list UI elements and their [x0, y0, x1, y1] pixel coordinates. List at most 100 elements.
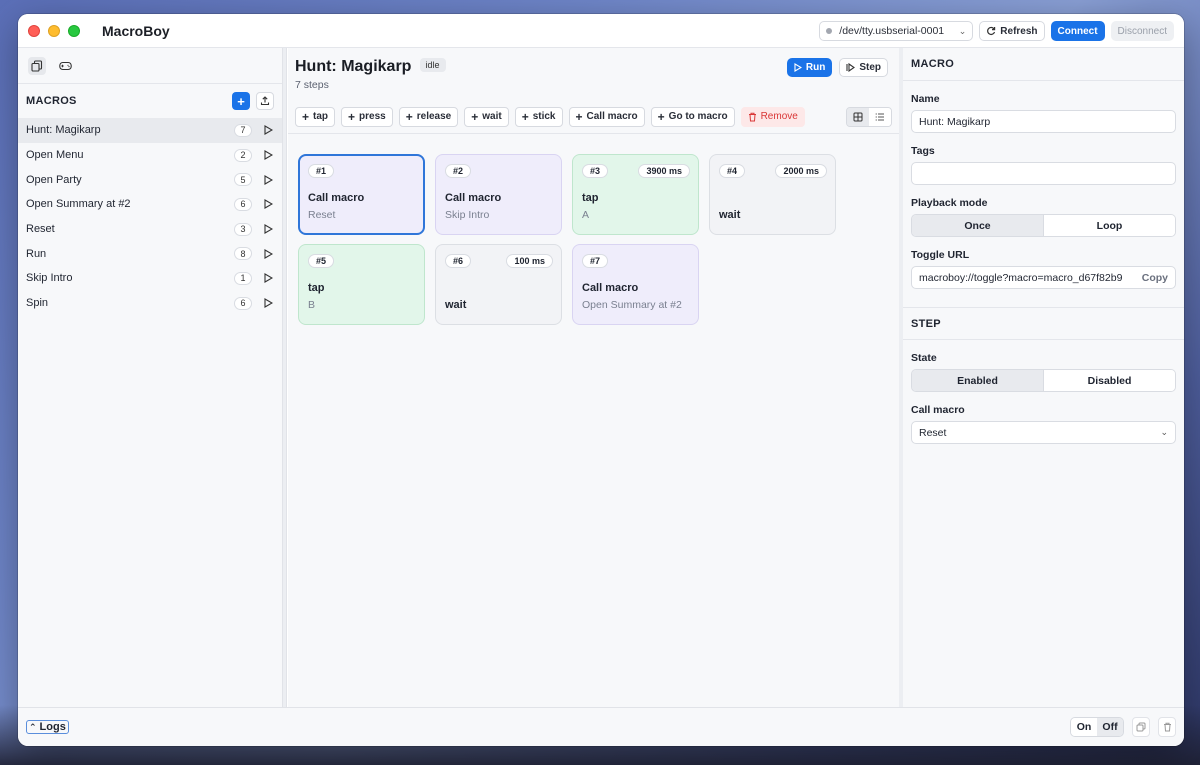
toggle-url-value[interactable]: macroboy://toggle?macro=macro_d67f82b9	[919, 272, 1122, 284]
add-wait-button[interactable]: + wait	[464, 106, 509, 127]
play-icon	[263, 273, 273, 284]
add-goto-macro-button[interactable]: + Go to macro	[650, 106, 735, 127]
macro-list-item[interactable]: Run 8	[18, 241, 282, 266]
add-press-button[interactable]: + press	[341, 106, 393, 127]
refresh-icon	[987, 26, 996, 36]
macro-name-input[interactable]: Hunt: Magikarp	[911, 110, 1176, 133]
macro-list-item[interactable]: Reset 3	[18, 217, 282, 242]
play-macro-button[interactable]	[262, 248, 274, 259]
macro-name: Spin	[26, 297, 49, 310]
macros-view-button[interactable]	[28, 56, 46, 75]
macro-list-item[interactable]: Skip Intro 1	[18, 266, 282, 291]
run-status-badge: idle	[419, 58, 446, 72]
play-icon	[263, 224, 273, 235]
run-label: Run	[805, 62, 826, 73]
refresh-label: Refresh	[1000, 25, 1038, 37]
step-card[interactable]: #4 2000 ms wait	[709, 154, 836, 235]
play-icon	[263, 150, 273, 160]
app-window: MacroBoy /dev/tty.usbserial-0001 ⌄ Refre…	[18, 14, 1184, 746]
connection-status-dot	[826, 28, 833, 34]
step-card[interactable]: #6 100 ms wait	[435, 244, 562, 325]
step-number-badge: #2	[445, 164, 472, 178]
tool-label: stick	[532, 111, 556, 122]
connect-button[interactable]: Connect	[1050, 21, 1105, 41]
disconnect-button[interactable]: Disconnect	[1110, 21, 1174, 41]
state-enabled-option[interactable]: Enabled	[912, 370, 1043, 391]
grid-view-button[interactable]	[847, 107, 869, 126]
serial-port-select[interactable]: /dev/tty.usbserial-0001 ⌄	[819, 21, 974, 41]
play-icon	[263, 199, 273, 210]
title-bar: MacroBoy /dev/tty.usbserial-0001 ⌄ Refre…	[18, 14, 1184, 48]
copy-url-button[interactable]: Copy	[1142, 272, 1168, 284]
step-card[interactable]: #2 Call macro Skip Intro	[435, 154, 562, 235]
add-call-macro-button[interactable]: + Call macro	[568, 106, 645, 127]
play-macro-button[interactable]	[262, 273, 274, 284]
play-macro-button[interactable]	[262, 125, 274, 136]
tags-label: Tags	[911, 145, 935, 157]
play-macro-button[interactable]	[262, 199, 274, 210]
minimize-window-button[interactable]	[48, 24, 60, 37]
step-button[interactable]: Step	[839, 58, 888, 77]
macro-list-item[interactable]: Hunt: Magikarp 7	[18, 118, 282, 143]
run-button[interactable]: Run	[786, 58, 833, 77]
play-macro-button[interactable]	[262, 298, 274, 309]
step-number-badge: #3	[582, 164, 609, 178]
logging-off-option[interactable]: Off	[1097, 718, 1123, 736]
macro-name: Reset	[26, 223, 55, 236]
logging-on-option[interactable]: On	[1071, 718, 1097, 736]
sidebar-resize-handle[interactable]	[283, 48, 287, 707]
refresh-button[interactable]: Refresh	[979, 21, 1045, 41]
macro-name: Open Party	[26, 173, 82, 186]
macro-list-item[interactable]: Spin 6	[18, 291, 282, 316]
list-view-button[interactable]	[869, 107, 891, 126]
zoom-window-button[interactable]	[68, 24, 80, 37]
playback-loop-option[interactable]: Loop	[1043, 215, 1175, 236]
add-tap-button[interactable]: + tap	[295, 106, 336, 127]
remove-step-button[interactable]: Remove	[740, 106, 805, 127]
step-card[interactable]: #1 Call macro Reset	[298, 154, 425, 235]
grid-icon	[853, 112, 863, 121]
step-card[interactable]: #7 Call macro Open Summary at #2	[572, 244, 699, 325]
play-macro-button[interactable]	[262, 224, 274, 235]
macro-list-item[interactable]: Open Party 5	[18, 167, 282, 192]
step-number-badge: #6	[445, 254, 472, 268]
copy-logs-button[interactable]	[1132, 717, 1150, 737]
playback-once-option[interactable]: Once	[912, 215, 1043, 236]
toggle-url-label: Toggle URL	[911, 249, 970, 261]
sidebar-toolbar	[18, 48, 282, 84]
step-argument: A	[582, 209, 590, 221]
macro-name: Skip Intro	[26, 272, 73, 285]
macro-name: Run	[26, 247, 47, 260]
plus-icon: +	[302, 109, 310, 124]
macro-list-item[interactable]: Open Menu 2	[18, 143, 282, 168]
step-card[interactable]: #5 tap B	[298, 244, 425, 325]
step-card[interactable]: #3 3900 ms tap A	[572, 154, 699, 235]
tool-label: Go to macro	[668, 111, 728, 122]
play-macro-button[interactable]	[262, 174, 274, 185]
chevron-up-icon: ⌃	[29, 721, 37, 732]
logs-toggle-button[interactable]: ⌃ Logs	[26, 720, 69, 734]
export-macros-button[interactable]	[256, 92, 274, 110]
gamepad-icon	[58, 61, 72, 70]
chevron-down-icon: ⌄	[958, 25, 967, 36]
inspector-panel: MACRO Name Hunt: Magikarp Tags Playback …	[899, 48, 1184, 707]
close-window-button[interactable]	[28, 24, 40, 37]
add-release-button[interactable]: + release	[398, 106, 459, 127]
step-count-badge: 8	[234, 247, 252, 261]
name-label: Name	[911, 93, 940, 105]
call-macro-select[interactable]: Reset ⌄	[911, 421, 1176, 444]
state-disabled-option[interactable]: Disabled	[1043, 370, 1175, 391]
play-macro-button[interactable]	[262, 150, 274, 160]
serial-port-value: /dev/tty.usbserial-0001	[839, 25, 945, 37]
step-kind: tap	[308, 282, 325, 294]
state-label: State	[911, 352, 937, 364]
controller-view-button[interactable]	[56, 57, 74, 75]
add-stick-button[interactable]: + stick	[514, 106, 563, 127]
call-macro-value: Reset	[919, 426, 947, 439]
macro-list-item[interactable]: Open Summary at #2 6	[18, 192, 282, 217]
step-kind: wait	[719, 209, 741, 221]
clear-logs-button[interactable]	[1158, 717, 1176, 737]
tags-input[interactable]	[911, 162, 1176, 185]
add-macro-button[interactable]: +	[232, 92, 250, 110]
plus-icon: +	[348, 109, 356, 124]
